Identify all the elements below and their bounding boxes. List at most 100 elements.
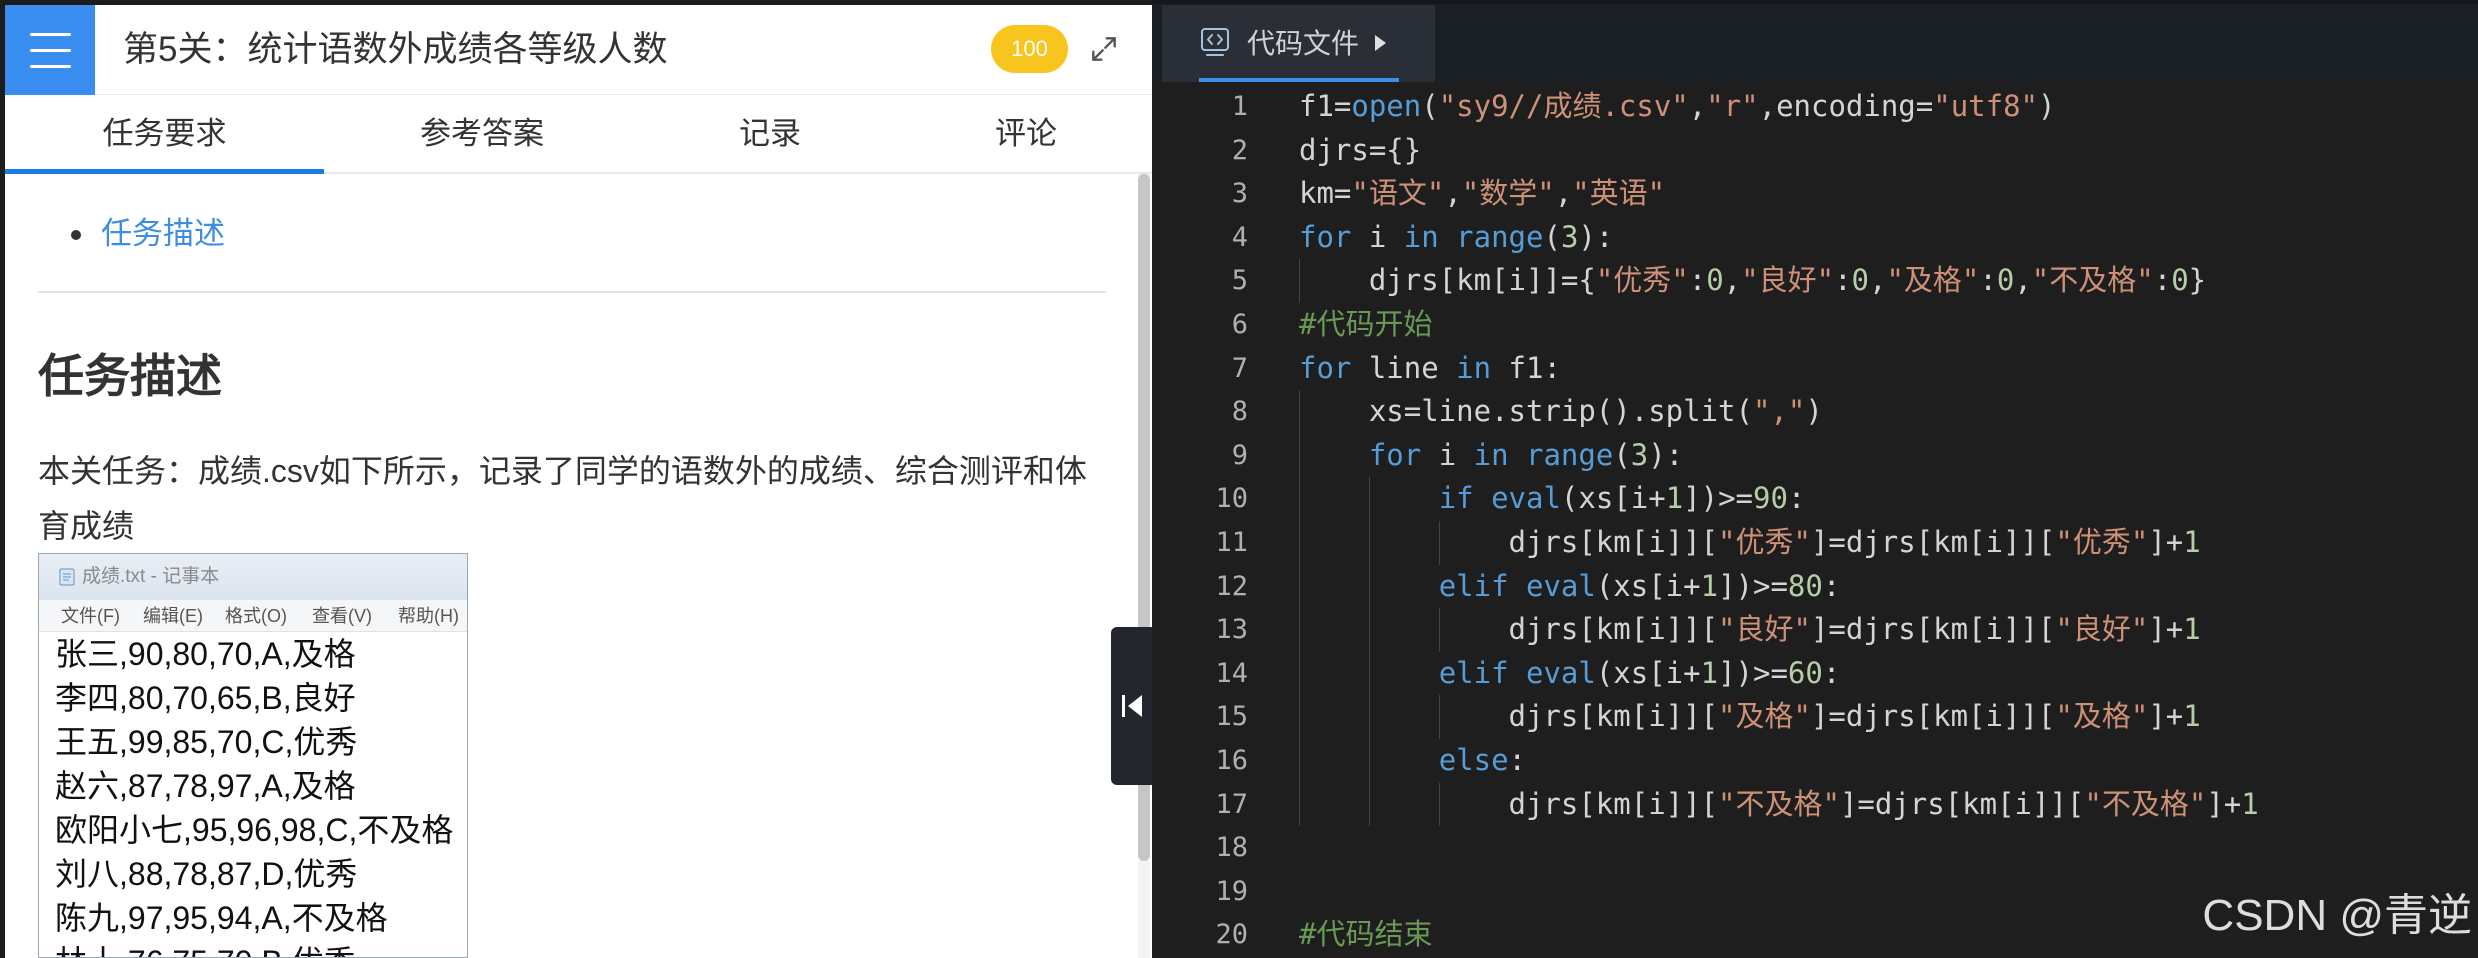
code-token: 1: [2183, 524, 2201, 559]
menu-button[interactable]: [5, 5, 95, 95]
code-token: 0: [1996, 263, 2015, 298]
code-token: (xs[i+: [1595, 568, 1701, 603]
code-token: 1: [1700, 655, 1719, 690]
code-token: for: [1368, 437, 1422, 472]
code-line[interactable]: for i in range(3):: [1299, 433, 2478, 478]
code-line[interactable]: xs=line.strip().split(","): [1299, 390, 2478, 434]
content-scrollbar[interactable]: [1138, 174, 1150, 958]
code-line[interactable]: djrs[km[i]]["优秀"]=djrs[km[i]]["优秀"]+1: [1299, 520, 2478, 565]
tab-code-file[interactable]: 代码文件: [1162, 5, 1435, 82]
play-triangle-icon: [1375, 35, 1386, 51]
code-token: "sy9//成绩.csv": [1438, 89, 1689, 123]
code-token: i: [1421, 437, 1474, 472]
code-token: "及格": [2055, 699, 2149, 734]
indent-guide: [1299, 564, 1300, 609]
indent-guide: [1299, 651, 1300, 696]
tab-task-requirements[interactable]: 任务要求: [5, 95, 324, 174]
bullet-icon: [71, 230, 81, 240]
toc-link-task-description[interactable]: 任务描述: [101, 214, 225, 254]
code-token: ,: [1723, 263, 1742, 298]
notepad-menu-edit: 编辑(E): [143, 606, 203, 626]
code-line[interactable]: elif eval(xs[i+1])>=80:: [1299, 564, 2478, 609]
code-token: ,encoding=: [1758, 89, 1934, 123]
code-token: for: [1299, 350, 1352, 385]
collapse-panel-button[interactable]: [1111, 627, 1152, 785]
notepad-menu-help: 帮助(H): [398, 606, 459, 626]
code-line[interactable]: f1=open("sy9//成绩.csv","r",encoding="utf8…: [1299, 85, 2478, 129]
code-line[interactable]: #代码开始: [1299, 303, 2478, 347]
code-line[interactable]: for i in range(3):: [1299, 216, 2478, 260]
line-number: 20: [1215, 919, 1248, 951]
code-token: ,: [1554, 176, 1573, 211]
notepad-title: 成绩.txt - 记事本: [82, 566, 220, 587]
code-token: 80: [1787, 568, 1823, 603]
code-file-icon: [1201, 28, 1229, 56]
line-number: 16: [1215, 744, 1248, 776]
indent-guide: [1438, 782, 1440, 827]
code-line[interactable]: djrs[km[i]]["及格"]=djrs[km[i]]["及格"]+1: [1299, 695, 2478, 739]
line-number: 10: [1215, 483, 1248, 515]
code-line[interactable]: djrs[km[i]]={"优秀":0,"良好":0,"及格":0,"不及格":…: [1299, 259, 2478, 303]
code-line[interactable]: elif eval(xs[i+1])>=60:: [1299, 651, 2478, 696]
page-title: 第5关：统计语数外成绩各等级人数: [123, 30, 668, 69]
code-token: elif: [1438, 655, 1509, 690]
code-area[interactable]: f1=open("sy9//成绩.csv","r",encoding="utf8…: [1299, 85, 2478, 957]
task-tabs: 任务要求 参考答案 记录 评论: [5, 95, 1152, 174]
notepad-menu-view: 查看(V): [312, 606, 372, 626]
score-badge: 100: [991, 25, 1068, 73]
indent-guide: [1368, 564, 1370, 609]
code-token: f1:: [1491, 350, 1561, 385]
code-line[interactable]: djrs[km[i]]["良好"]=djrs[km[i]]["良好"]+1: [1299, 608, 2478, 652]
code-token: "不及格": [2084, 786, 2207, 821]
notepad-body: 张三,90,80,70,A,及格 李四,80,70,65,B,良好 王五,99,…: [39, 632, 467, 957]
code-token: "语文": [1351, 176, 1445, 211]
tab-reference-answer[interactable]: 参考答案: [324, 95, 640, 172]
code-token: djrs[km[i]][: [1299, 786, 1719, 821]
code-token: :: [1508, 742, 1526, 777]
tab-records[interactable]: 记录: [640, 95, 900, 172]
task-paragraph: 本关任务：成绩.csv如下所示，记录了同学的语数外的成绩、综合测评和体育成绩: [38, 453, 1087, 544]
code-line[interactable]: [1299, 826, 2478, 870]
code-token: "良好": [1718, 612, 1811, 647]
divider: [38, 291, 1106, 293]
code-token: ): [1805, 394, 1823, 429]
code-token: 0: [1706, 263, 1724, 298]
code-token: (: [1421, 89, 1439, 123]
line-number: 14: [1215, 657, 1248, 689]
code-token: xs=line.strip().split(: [1299, 394, 1753, 429]
code-token: for: [1299, 219, 1352, 254]
code-line[interactable]: djrs={}: [1299, 129, 2478, 173]
code-line[interactable]: km="语文","数学","英语": [1299, 172, 2478, 216]
hamburger-icon: [29, 48, 71, 52]
code-token: ]=djrs[km[i]][: [1810, 524, 2056, 559]
code-token: 3: [1560, 219, 1579, 254]
code-token: ,: [1869, 263, 1887, 298]
code-line[interactable]: else:: [1299, 738, 2478, 783]
expand-button[interactable]: [1088, 33, 1120, 65]
code-token: "不及格": [2031, 263, 2154, 298]
line-number: 5: [1231, 265, 1248, 297]
line-number: 1: [1231, 91, 1248, 122]
indent-guide: [1368, 608, 1370, 652]
code-token: 1: [2241, 786, 2259, 821]
indent-guide: [1299, 608, 1300, 652]
code-line[interactable]: for line in f1:: [1299, 347, 2478, 391]
code-token: range: [1526, 437, 1614, 472]
code-line[interactable]: if eval(xs[i+1])>=90:: [1299, 477, 2478, 521]
line-number: 3: [1231, 178, 1248, 210]
code-line[interactable]: djrs[km[i]]["不及格"]=djrs[km[i]]["不及格"]+1: [1299, 782, 2478, 827]
code-token: ]+: [2148, 699, 2184, 734]
collapse-panel-icon: [1121, 695, 1142, 717]
code-token: 1: [2183, 699, 2201, 734]
tab-comments[interactable]: 评论: [900, 95, 1152, 172]
code-token: "优秀": [2055, 524, 2149, 559]
line-number: 13: [1215, 614, 1248, 646]
code-editor[interactable]: 1 2 3 4 5 6 7 8 9 10 11 12 13 14 15 16 17 18 19 20 f1=open(…: [1152, 82, 2478, 958]
notepad-titlebar: 成绩.txt - 记事本: [39, 554, 467, 600]
indent-guide: [1368, 695, 1370, 739]
indent-guide: [1299, 695, 1300, 739]
notepad-line: 陈九,97,95,94,A,不及格: [55, 900, 388, 936]
code-token: ]+: [2206, 786, 2242, 821]
